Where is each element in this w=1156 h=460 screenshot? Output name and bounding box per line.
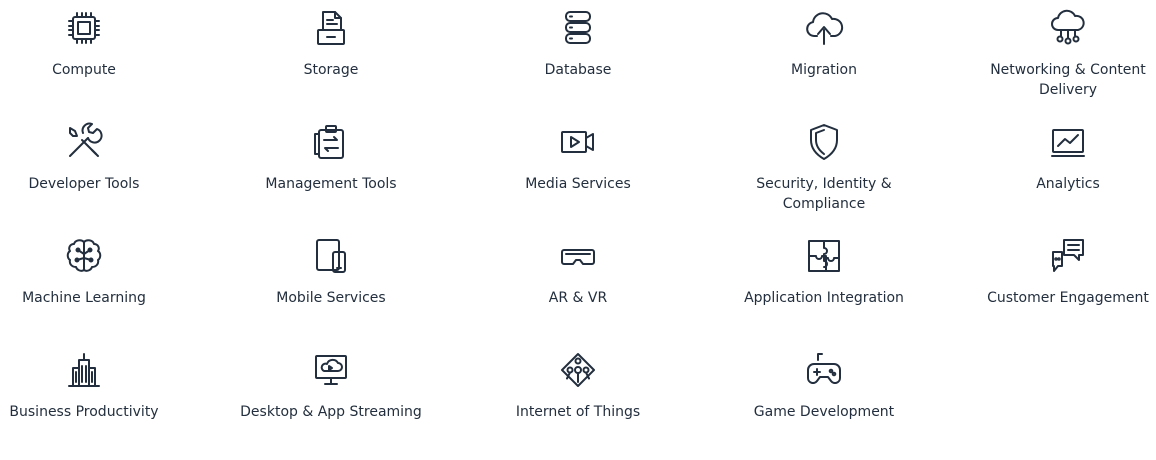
service-tile-compute[interactable]: Compute — [0, 8, 184, 118]
gamepad-icon — [804, 350, 844, 390]
service-tile-migration[interactable]: Migration — [724, 8, 924, 118]
service-tile-iot[interactable]: Internet of Things — [478, 350, 678, 460]
service-label: Networking & Content Delivery — [990, 62, 1146, 98]
service-label: Compute — [52, 62, 116, 78]
service-label: Storage — [303, 62, 359, 78]
service-tile-mobile-services[interactable]: Mobile Services — [231, 236, 431, 346]
brain-icon — [64, 236, 104, 276]
analytics-icon — [1048, 122, 1088, 162]
puzzle-icon — [804, 236, 844, 276]
service-tile-analytics[interactable]: Analytics — [968, 122, 1156, 232]
shield-icon — [804, 122, 844, 162]
developer-tools-icon — [64, 122, 104, 162]
mobile-devices-icon — [311, 236, 351, 276]
service-label: AR & VR — [548, 290, 608, 306]
service-label: Application Integration — [744, 290, 904, 306]
iot-icon — [558, 350, 598, 390]
service-tile-storage[interactable]: Storage — [231, 8, 431, 118]
service-label: Mobile Services — [276, 290, 386, 306]
desktop-streaming-icon — [311, 350, 351, 390]
networking-cloud-icon — [1048, 8, 1088, 48]
service-label: Customer Engagement — [987, 290, 1149, 306]
services-grid: Compute Storage Database Migration Netwo… — [0, 0, 1156, 428]
service-tile-game-development[interactable]: Game Development — [724, 350, 924, 460]
service-tile-desktop-app-streaming[interactable]: Desktop & App Streaming — [231, 350, 431, 460]
compute-chip-icon — [64, 8, 104, 48]
service-tile-database[interactable]: Database — [478, 8, 678, 118]
service-label: Security, Identity & Compliance — [756, 176, 892, 212]
service-label: Database — [544, 62, 612, 78]
vr-headset-icon — [558, 236, 598, 276]
service-tile-machine-learning[interactable]: Machine Learning — [0, 236, 184, 346]
service-tile-networking[interactable]: Networking & Content Delivery — [968, 8, 1156, 118]
media-services-icon — [558, 122, 598, 162]
service-label: Business Productivity — [9, 404, 159, 420]
service-tile-application-integration[interactable]: Application Integration — [724, 236, 924, 346]
service-label: Analytics — [1036, 176, 1100, 192]
service-tile-ar-vr[interactable]: AR & VR — [478, 236, 678, 346]
service-label: Migration — [790, 62, 857, 78]
migration-cloud-icon — [804, 8, 844, 48]
service-tile-business-productivity[interactable]: Business Productivity — [0, 350, 184, 460]
service-label: Management Tools — [265, 176, 397, 192]
chat-bubbles-icon — [1048, 236, 1088, 276]
service-label: Internet of Things — [515, 404, 641, 420]
storage-icon — [311, 8, 351, 48]
service-tile-management-tools[interactable]: Management Tools — [231, 122, 431, 232]
service-label: Developer Tools — [28, 176, 140, 192]
service-tile-customer-engagement[interactable]: Customer Engagement — [968, 236, 1156, 346]
service-tile-media-services[interactable]: Media Services — [478, 122, 678, 232]
service-tile-security[interactable]: Security, Identity & Compliance — [724, 122, 924, 232]
service-tile-developer-tools[interactable]: Developer Tools — [0, 122, 184, 232]
buildings-icon — [64, 350, 104, 390]
service-label: Game Development — [753, 404, 895, 420]
service-label: Desktop & App Streaming — [240, 404, 422, 420]
database-icon — [558, 8, 598, 48]
service-label: Media Services — [525, 176, 631, 192]
service-label: Machine Learning — [22, 290, 146, 306]
management-tools-icon — [311, 122, 351, 162]
